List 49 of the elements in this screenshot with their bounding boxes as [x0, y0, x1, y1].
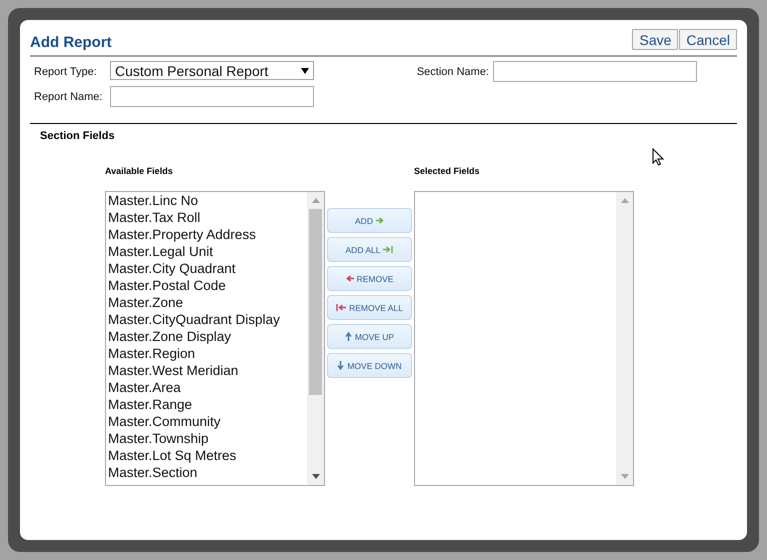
scrollbar-thumb[interactable] — [309, 209, 322, 395]
bar-arrow-left-icon — [336, 304, 346, 311]
list-item[interactable]: Master.Zone — [108, 294, 307, 311]
arrow-down-icon — [337, 361, 344, 370]
action-button[interactable]: MOVE UP — [327, 324, 412, 349]
toolbar-button[interactable]: Cancel — [679, 29, 737, 50]
list-item[interactable]: Master.Section — [108, 464, 307, 481]
list-item[interactable]: Master.Property Address — [108, 226, 307, 243]
action-button[interactable]: REMOVE ALL — [327, 295, 412, 320]
available-fields-list[interactable] — [105, 191, 325, 486]
report-name-field[interactable] — [110, 86, 314, 107]
action-button[interactable]: MOVE DOWN — [327, 353, 412, 378]
field-label: Report Type: — [34, 66, 98, 78]
mouse-pointer-icon — [652, 148, 664, 166]
section-name-field[interactable] — [493, 61, 697, 82]
selected-fields-list[interactable] — [414, 191, 634, 486]
list-item[interactable]: Master.Township — [108, 430, 307, 447]
scroll-down-icon[interactable] — [312, 474, 320, 479]
list-heading: Selected Fields — [414, 166, 481, 178]
list-item[interactable]: Master.Region — [108, 345, 307, 362]
arrow-to-bar-icon — [383, 246, 394, 253]
list-heading: Available Fields — [105, 166, 174, 178]
toolbar-button[interactable]: Save — [632, 29, 678, 50]
list-item[interactable]: Master.Legal Unit — [108, 243, 307, 260]
list-item[interactable]: Master.Postal Code — [108, 277, 307, 294]
list-item[interactable]: Master.Zone Display — [108, 328, 307, 345]
action-button[interactable]: ADD ALL — [327, 237, 412, 262]
list-item[interactable]: Master.Lot Sq Metres — [108, 447, 307, 464]
list-item[interactable]: Master.Area — [108, 379, 307, 396]
list-item[interactable]: Master.West Meridian — [108, 362, 307, 379]
field-label: Report Name: — [34, 90, 104, 102]
caret-icon — [301, 68, 309, 74]
list-item[interactable]: Master.Community — [108, 413, 307, 430]
arrow-left-icon — [346, 275, 354, 282]
scroll-up-icon[interactable] — [620, 198, 628, 203]
list-item[interactable]: Master.CityQuadrant Display — [108, 311, 307, 328]
action-button[interactable]: ADD — [327, 208, 412, 233]
field-label: Section Name: — [416, 66, 489, 78]
arrow-up-icon — [344, 332, 352, 341]
section-heading: Section Fields — [39, 129, 116, 142]
dialog-title: Add Report — [30, 33, 113, 51]
list-item[interactable]: Master.Linc No — [108, 192, 307, 209]
action-button[interactable]: REMOVE — [327, 266, 412, 291]
list-item[interactable]: Master.Tax Roll — [108, 209, 307, 226]
list-item[interactable]: Master.City Quadrant — [108, 260, 307, 277]
list-item[interactable]: Master.Range — [108, 396, 307, 413]
scroll-up-icon[interactable] — [312, 198, 320, 203]
arrow-right-icon — [376, 217, 384, 224]
report-type-dropdown[interactable]: Custom Personal Report — [110, 61, 314, 80]
